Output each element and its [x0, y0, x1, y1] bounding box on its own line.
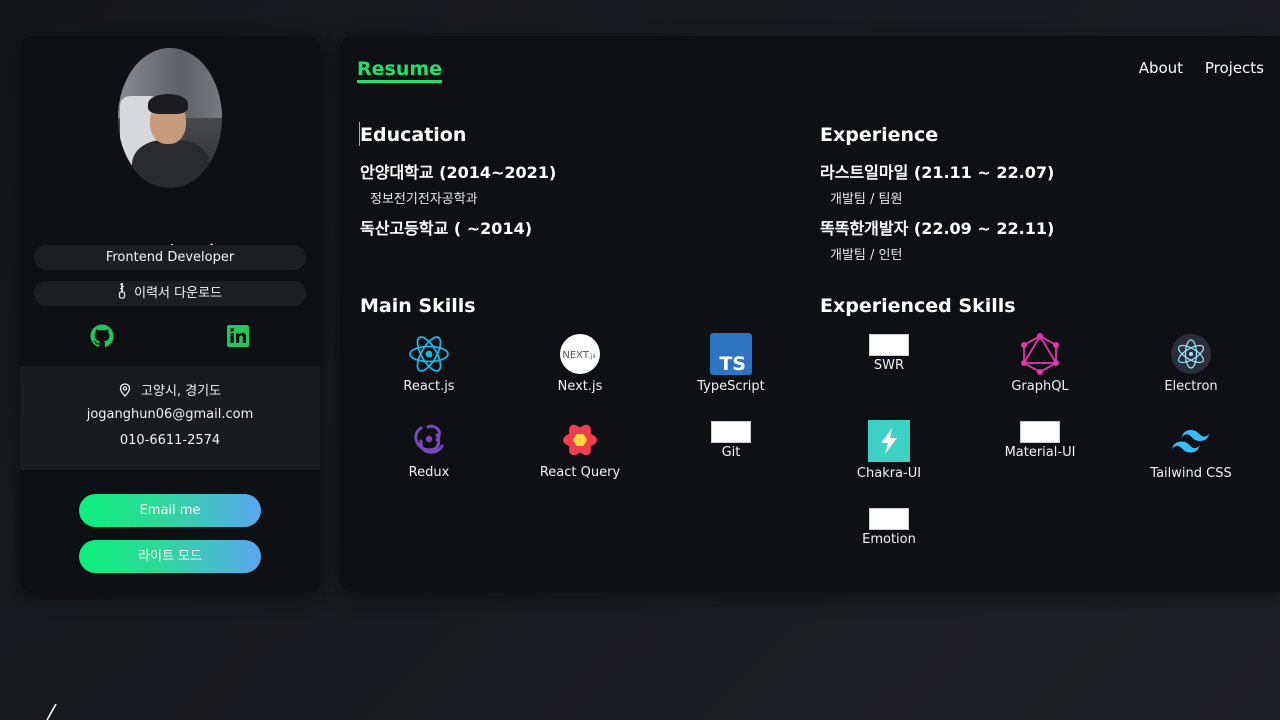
tailwind-icon: [1170, 420, 1212, 462]
broken-image-icon: [869, 334, 909, 356]
skill-tailwind: Tailwind CSS: [1126, 420, 1256, 481]
skill-label: Material-UI: [1004, 445, 1076, 460]
skill-typescript: TS TypeScript: [666, 333, 796, 394]
skill-material-ui: Material-UI: [975, 421, 1105, 460]
skill-redux: Redux: [364, 419, 494, 480]
broken-image-icon: [1020, 421, 1060, 443]
main-skills-title: Main Skills: [360, 295, 476, 317]
skill-label: React Query: [539, 465, 621, 480]
experience-title: Experience: [820, 124, 939, 146]
skill-chakra-ui: Chakra-UI: [824, 420, 954, 481]
electron-icon: [1170, 333, 1212, 375]
skill-label: Git: [721, 445, 741, 460]
react-icon: [408, 333, 450, 375]
avatar: [118, 48, 222, 188]
skill-react: React.js: [364, 333, 494, 394]
skill-label: Chakra-UI: [856, 466, 922, 481]
linkedin-icon[interactable]: [226, 324, 250, 348]
skill-label: SWR: [873, 358, 905, 373]
broken-image-icon: [711, 421, 751, 443]
skill-label: React.js: [403, 379, 455, 394]
phone-number: 010-6611-2574: [119, 433, 221, 448]
experienced-skills-title: Experienced Skills: [820, 295, 1016, 317]
skill-label: Next.js: [557, 379, 603, 394]
skill-label: Electron: [1164, 379, 1218, 394]
education-school: 안양대학교 (2014~2021): [360, 163, 557, 182]
location: 고양시, 경기도: [20, 380, 320, 401]
skill-label: Emotion: [862, 532, 916, 547]
redux-icon: [408, 419, 450, 461]
experience-detail: 개발팀 / 인턴: [830, 248, 903, 263]
skill-graphql: GraphQL: [975, 333, 1105, 394]
github-icon[interactable]: [90, 324, 114, 348]
nav-about[interactable]: About: [1139, 59, 1183, 77]
skill-label: Redux: [408, 465, 450, 480]
contact-info: 고양시, 경기도 joganghun06@gmail.com 010-6611-…: [20, 366, 320, 470]
education-detail: 정보전기전자공학과: [370, 192, 478, 207]
email-address: joganghun06@gmail.com: [86, 407, 254, 422]
location-pin-icon: [119, 383, 131, 401]
resume-download-label: 이력서 다운로드: [134, 286, 222, 301]
education-title: Education: [360, 124, 467, 146]
skill-label: Tailwind CSS: [1150, 466, 1232, 481]
experience-company: 똑똑한개발자 (22.09 ~ 22.11): [820, 219, 1055, 238]
experience-company: 라스트일마일 (21.11 ~ 22.07): [820, 163, 1055, 182]
nav-projects[interactable]: Projects: [1205, 59, 1264, 77]
role-label: Frontend Developer: [105, 250, 235, 265]
resume-panel: Resume About Projects Education 안양대학교 (2…: [340, 36, 1280, 592]
skill-nextjs: NEXT.js Next.js: [515, 333, 645, 394]
resume-logo-link[interactable]: Resume: [357, 58, 443, 83]
broken-image-icon: [869, 508, 909, 530]
skill-react-query: React Query: [515, 419, 645, 480]
graphql-icon: [1019, 333, 1061, 375]
chakra-icon: [868, 420, 910, 462]
skill-emotion: Emotion: [824, 508, 954, 547]
role-badge: Frontend Developer: [34, 245, 306, 270]
location-text: 고양시, 경기도: [141, 384, 222, 399]
email-me-button[interactable]: Email me: [79, 494, 261, 527]
skill-git: Git: [666, 421, 796, 460]
react-query-icon: [559, 419, 601, 461]
education-school: 독산고등학교 ( ~2014): [360, 219, 533, 238]
skill-label: TypeScript: [697, 379, 765, 394]
top-nav: About Projects: [1122, 59, 1264, 77]
resume-download-button[interactable]: 이력서 다운로드: [34, 281, 306, 306]
decorative-stroke: [46, 704, 57, 720]
skill-electron: Electron: [1126, 333, 1256, 394]
nextjs-icon: NEXT.js: [559, 333, 601, 375]
svg-text:TS: TS: [719, 353, 746, 375]
profile-sidebar: 조 강 훈 Frontend Developer 이력서 다운로드: [20, 36, 320, 592]
light-mode-button[interactable]: 라이트 모드: [79, 540, 261, 573]
skill-swr: SWR: [824, 334, 954, 373]
experience-detail: 개발팀 / 팀원: [830, 192, 903, 207]
zipper-icon: [118, 283, 126, 299]
skill-label: GraphQL: [1011, 379, 1069, 394]
typescript-icon: TS: [710, 333, 752, 375]
